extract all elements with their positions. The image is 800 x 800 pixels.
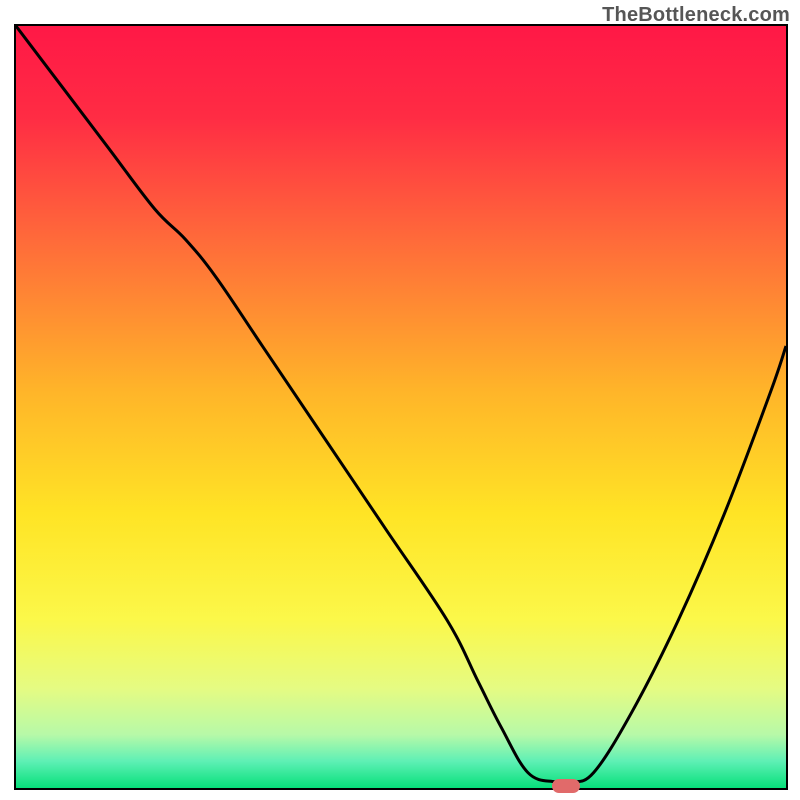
optimal-marker <box>552 779 580 793</box>
chart-svg <box>16 26 786 788</box>
plot-area <box>14 24 788 790</box>
watermark-text: TheBottleneck.com <box>602 4 790 27</box>
chart-stage: TheBottleneck.com <box>0 0 800 800</box>
background-gradient-fill <box>16 26 786 788</box>
